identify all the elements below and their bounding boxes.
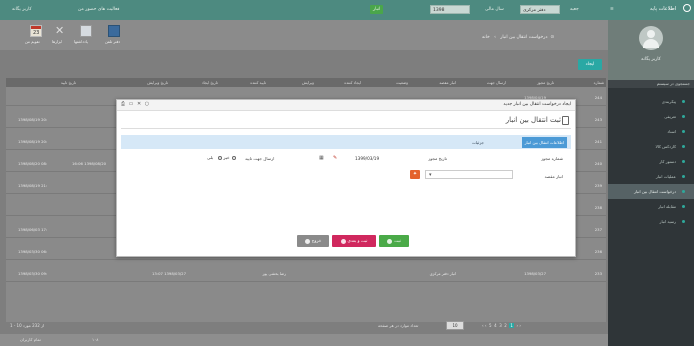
toolbar-notes-label: یادداشتها <box>74 39 88 44</box>
grid-header: شماره تاریخ مجوز ارسال جهت انبار مقصد وض… <box>6 78 606 87</box>
top-bar: اطلاعات پایه ≡ جعبه دفتر مرکزی سال مالی … <box>0 0 694 20</box>
nav-label[interactable]: جعبه <box>570 5 579 14</box>
window-controls: ⎙ ▭ ✕ ○ <box>121 101 150 107</box>
col-edited[interactable]: تاریخ ویرایش <box>147 78 168 87</box>
pager-pages: ‹ ‹ 5 4 3 2 1 › › <box>482 323 521 328</box>
eraser-icon[interactable]: ✎ <box>333 155 337 161</box>
sidebar-menu: پیکربندی تعریفی اسناد کاردکس کالا دستور … <box>608 94 694 229</box>
dest-warehouse-select[interactable]: ▾ <box>425 170 513 179</box>
calendar-icon[interactable]: 23 <box>30 25 42 37</box>
divider <box>121 128 571 129</box>
tabs: اطلاعات انتقال بین انبار جزئیات <box>121 135 571 149</box>
user-panel: کاربر یگانه <box>608 20 694 80</box>
pager-range: 1 - 10 از 232 مورد <box>10 323 45 328</box>
warehouse-lookup-icon[interactable]: ✦ <box>410 170 420 179</box>
toolbar-calendar-label: تقویم من <box>25 39 40 44</box>
sidebar: کاربر یگانه جستجوی در سیستم پیکربندی تعر… <box>608 20 694 346</box>
radio-yes[interactable] <box>231 156 236 160</box>
breadcrumb: درخواست انتقال بین انبار › خانه ⊙ <box>482 35 555 40</box>
requests-link[interactable]: فعالیت های حضور من <box>78 5 119 14</box>
warehouse-button[interactable]: انبار <box>370 5 384 14</box>
dest-warehouse-label: انبار مقصد <box>544 174 563 179</box>
breadcrumb-home[interactable]: خانه <box>482 35 490 40</box>
page-link[interactable]: 3 <box>499 323 502 328</box>
col-dest[interactable]: انبار مقصد <box>439 78 456 87</box>
tools-icon[interactable]: ✕ <box>55 25 67 37</box>
fiscal-label: سال مالی <box>485 7 504 12</box>
dialog-title: ایجاد درخواست انتقال بین انبار جدید <box>503 102 571 107</box>
close-icon[interactable]: ✕ <box>137 101 142 107</box>
tab-details[interactable]: جزئیات <box>469 137 487 148</box>
sidebar-header: جستجوی در سیستم <box>608 80 694 88</box>
note-icon[interactable] <box>80 25 92 37</box>
sidebar-item-count[interactable]: مقابله انبار <box>608 199 694 214</box>
radio-no-label: خیر <box>223 155 230 160</box>
chevron-down-icon: ▾ <box>429 172 432 178</box>
col-confirmer[interactable]: تایید کننده <box>250 78 266 87</box>
toolbar-phonebook-label: دفتر تلفن <box>105 39 121 44</box>
col-created[interactable]: تاریخ ایجاد <box>202 78 218 87</box>
radio-no[interactable] <box>218 156 223 160</box>
save-button[interactable]: ثبت <box>379 235 409 247</box>
avatar <box>639 26 663 50</box>
col-sendfor[interactable]: ارسال جهت <box>487 78 506 87</box>
user-name: کاربر یگانه <box>641 57 661 62</box>
sidebar-item-config[interactable]: پیکربندی <box>608 94 694 109</box>
sidebar-item-definitions[interactable]: تعریفی <box>608 109 694 124</box>
page-link[interactable]: 5 <box>489 323 492 328</box>
col-confirmed[interactable]: تاریخ تایید <box>61 78 76 87</box>
form-title: ثبت انتقال بین انبار <box>505 116 561 124</box>
col-date[interactable]: تاریخ مجوز <box>537 78 554 87</box>
office-select[interactable]: دفتر مرکزی <box>520 5 560 14</box>
radio-group-confirm: خیر بلی <box>207 155 236 160</box>
refresh-icon[interactable]: ○ <box>145 101 150 107</box>
pager-perpage-label: تعداد موارد در هر صفحه <box>378 323 419 328</box>
minimize-icon[interactable]: ▭ <box>129 101 135 107</box>
permit-no-label: شماره مجوز <box>541 156 563 161</box>
col-status[interactable]: وضعیت <box>396 78 408 87</box>
dialog-titlebar: ایجاد درخواست انتقال بین انبار جدید ⎙ ▭ … <box>117 100 575 111</box>
sidebar-item-workorder[interactable]: دستور کار <box>608 154 694 169</box>
sidebar-item-receipt[interactable]: رسید انبار <box>608 214 694 229</box>
menu-icon[interactable]: ≡ <box>610 5 618 14</box>
page-link[interactable]: 4 <box>494 323 497 328</box>
sidebar-item-ops[interactable]: عملیات انبار <box>608 169 694 184</box>
table-row[interactable]: 233 1398/03/27 انبار دفتر مرکزی رضا بخشی… <box>6 266 606 282</box>
sidebar-item-transfer[interactable]: درخواست انتقال بین انبار <box>608 184 694 199</box>
col-creator[interactable]: ایجاد کننده <box>344 78 361 87</box>
tab-transfer-info[interactable]: اطلاعات انتقال بین انبار <box>521 137 567 148</box>
page-link[interactable]: 2 <box>504 323 507 328</box>
user-menu[interactable]: کاربر یگانه <box>12 5 32 14</box>
permit-date-label: تاریخ مجوز <box>428 156 447 161</box>
save-next-button[interactable]: ثبت و بعدی <box>332 235 376 247</box>
page-link-current[interactable]: 1 <box>509 323 514 328</box>
year-select[interactable]: 1398 <box>430 5 470 14</box>
app-title: اطلاعات پایه <box>650 6 677 12</box>
col-editor[interactable]: ویرایش <box>302 78 314 87</box>
toolbar-tools-label: ابزارها <box>52 39 63 44</box>
col-no[interactable]: شماره <box>594 78 604 87</box>
form-icon <box>562 116 569 125</box>
radio-yes-label: بلی <box>207 155 214 160</box>
sidebar-item-kardex[interactable]: کاردکس کالا <box>608 139 694 154</box>
exit-button[interactable]: خروج <box>297 235 329 247</box>
sidebar-item-docs[interactable]: اسناد <box>608 124 694 139</box>
pager: 1 - 10 از 232 مورد تعداد موارد در هر صفح… <box>6 320 606 332</box>
pager-perpage-select[interactable]: 10 <box>446 321 464 330</box>
breadcrumb-page[interactable]: درخواست انتقال بین انبار <box>500 35 547 40</box>
footer: تمام کاربران ۱۰۸ <box>0 334 608 346</box>
footer-item: تمام کاربران <box>20 337 41 342</box>
permit-date-value[interactable]: 1399/03/19 <box>355 156 379 161</box>
phonebook-icon[interactable] <box>108 25 120 37</box>
send-confirm-label: ارسال جهت تایید <box>245 156 275 161</box>
calendar-picker-icon[interactable]: ▦ <box>319 155 324 161</box>
footer-count: ۱۰۸ <box>92 337 99 342</box>
new-button[interactable]: ایجاد <box>578 59 602 70</box>
home-icon[interactable]: ⊙ <box>549 35 554 40</box>
print-icon[interactable]: ⎙ <box>121 101 126 107</box>
gear-icon[interactable] <box>683 4 691 12</box>
create-transfer-dialog: ایجاد درخواست انتقال بین انبار جدید ⎙ ▭ … <box>116 99 576 257</box>
